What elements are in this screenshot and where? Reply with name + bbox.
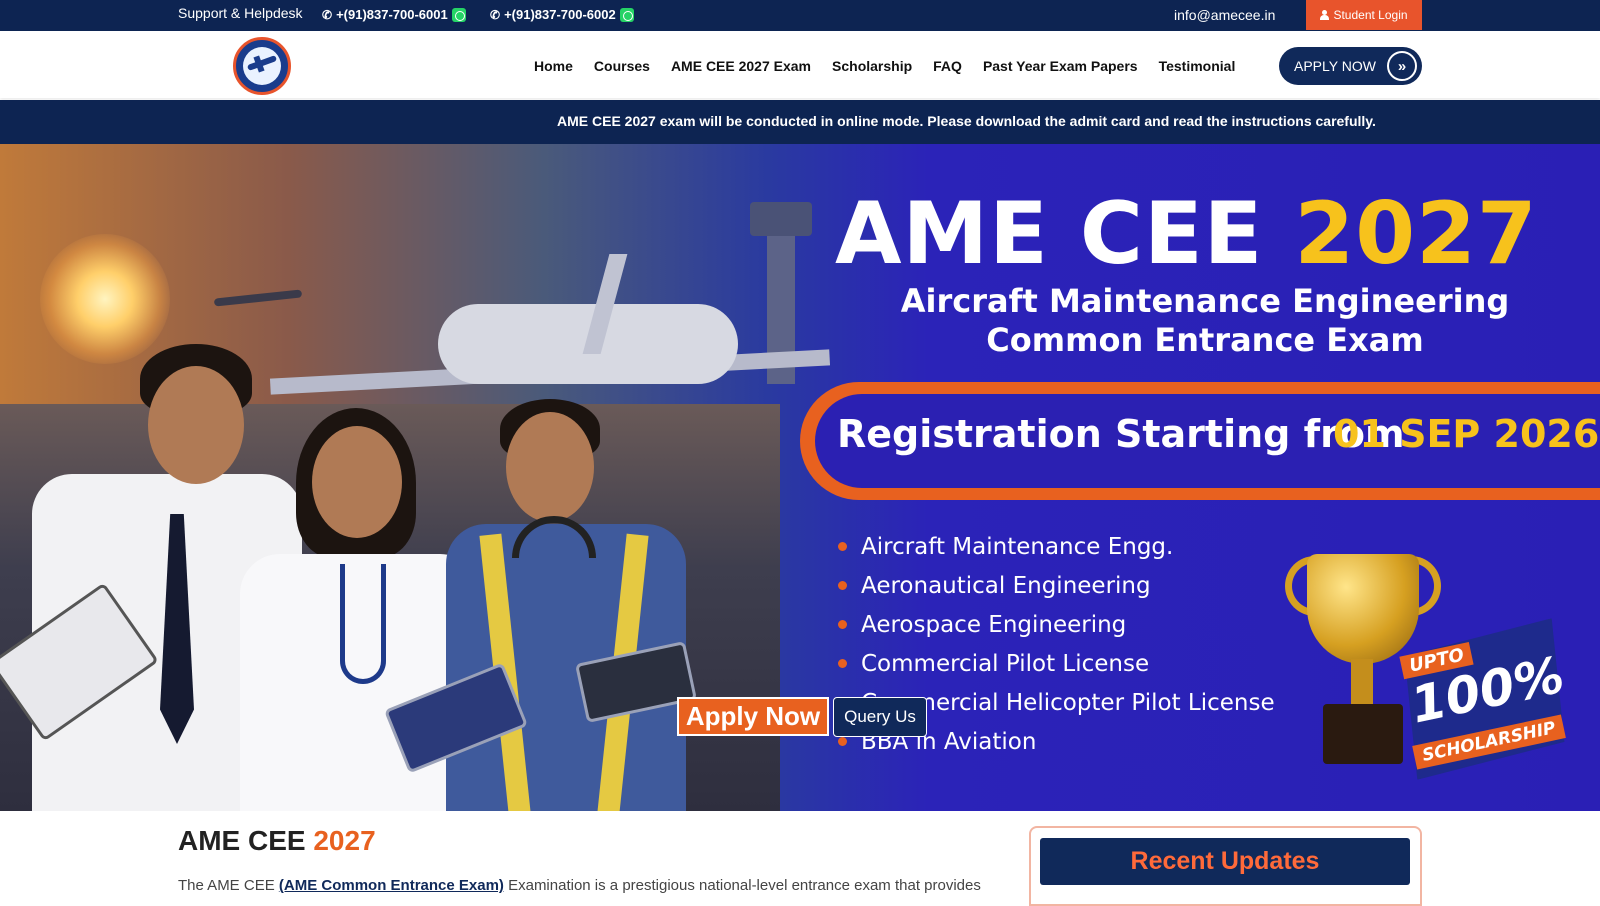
phone-1-number[interactable]: +(91)837-700-6001 xyxy=(336,7,448,22)
recent-updates-heading: Recent Updates xyxy=(1040,838,1410,885)
phone-icon: ✆ xyxy=(490,7,501,22)
pilot-head xyxy=(148,366,244,484)
phone-2[interactable]: ✆ +(91)837-700-6002 xyxy=(490,7,634,22)
attendant-lanyard xyxy=(340,564,386,684)
site-logo[interactable] xyxy=(233,37,291,95)
notice-text: AME CEE 2027 exam will be conducted in o… xyxy=(557,113,1376,129)
bullet-icon xyxy=(838,659,847,668)
attendant-head xyxy=(312,426,402,538)
hero-title: AME CEE 2027 xyxy=(835,184,1538,284)
top-bar: Support & Helpdesk ✆ +(91)837-700-6001 ✆… xyxy=(0,0,1600,31)
course-label: Aircraft Maintenance Engg. xyxy=(861,533,1174,560)
list-item: Aeronautical Engineering xyxy=(838,566,1275,605)
main-nav: Home Courses AME CEE 2027 Exam Scholarsh… xyxy=(0,31,1600,98)
hero-title-main: AME CEE xyxy=(835,184,1264,284)
nav-item-home[interactable]: Home xyxy=(534,58,573,74)
phone-icon: ✆ xyxy=(322,7,333,22)
phone-2-number[interactable]: +(91)837-700-6002 xyxy=(504,7,616,22)
trophy-icon xyxy=(1307,554,1419,664)
registration-date: 01 SEP 2026 xyxy=(1333,412,1600,456)
flying-plane xyxy=(213,289,303,307)
nav-item-testimonial[interactable]: Testimonial xyxy=(1159,58,1236,74)
ame-cee-link[interactable]: (AME Common Entrance Exam) xyxy=(279,877,504,894)
hero-title-year: 2027 xyxy=(1294,184,1538,284)
nav-item-past-papers[interactable]: Past Year Exam Papers xyxy=(983,58,1138,74)
nav-item-scholarship[interactable]: Scholarship xyxy=(832,58,912,74)
support-label: Support & Helpdesk xyxy=(178,5,303,21)
student-login-label: Student Login xyxy=(1333,8,1408,22)
scholarship-badge: UPTO 100% SCHOLARSHIP xyxy=(1390,618,1578,779)
intro-prefix: The AME CEE xyxy=(178,877,275,894)
list-item: Commercial Pilot License xyxy=(838,644,1275,683)
intro-suffix: Examination is a prestigious national-le… xyxy=(508,877,981,894)
list-item: Aircraft Maintenance Engg. xyxy=(838,527,1275,566)
registration-label: Registration Starting from xyxy=(837,412,1405,456)
bullet-icon xyxy=(838,542,847,551)
email-link[interactable]: info@amecee.in xyxy=(1174,7,1275,23)
section-title-year: 2027 xyxy=(313,825,376,856)
hero-subtitle-line-1: Aircraft Maintenance Engineering xyxy=(900,282,1510,320)
notice-ticker: AME CEE 2027 exam will be conducted in o… xyxy=(0,100,1600,144)
course-label: Aeronautical Engineering xyxy=(861,572,1151,599)
bullet-icon xyxy=(838,620,847,629)
trophy-base xyxy=(1323,704,1403,764)
whatsapp-icon[interactable] xyxy=(619,7,634,22)
trophy-stem xyxy=(1351,659,1373,709)
phone-1[interactable]: ✆ +(91)837-700-6001 xyxy=(322,7,466,22)
nav-item-faq[interactable]: FAQ xyxy=(933,58,962,74)
section-title-main: AME CEE xyxy=(178,825,306,856)
double-chevron-right-icon: » xyxy=(1387,51,1417,81)
apply-now-label: APPLY NOW xyxy=(1294,58,1376,74)
sun-graphic xyxy=(40,234,170,364)
apply-now-button[interactable]: APPLY NOW » xyxy=(1279,47,1422,85)
list-item: Aerospace Engineering xyxy=(838,605,1275,644)
hero-subtitle: Aircraft Maintenance Engineering Common … xyxy=(820,282,1590,360)
engineer-head xyxy=(506,412,594,522)
whatsapp-icon[interactable] xyxy=(451,7,466,22)
bullet-icon xyxy=(838,581,847,590)
nav-item-courses[interactable]: Courses xyxy=(594,58,650,74)
student-login-button[interactable]: Student Login xyxy=(1306,0,1422,30)
hero-subtitle-line-2: Common Entrance Exam xyxy=(986,321,1424,359)
nav-menu: Home Courses AME CEE 2027 Exam Scholarsh… xyxy=(534,58,1256,74)
course-label: Aerospace Engineering xyxy=(861,611,1127,638)
query-us-button[interactable]: Query Us xyxy=(833,697,927,737)
control-tower-top xyxy=(750,202,812,236)
nav-item-exam[interactable]: AME CEE 2027 Exam xyxy=(671,58,811,74)
section-title: AME CEE 2027 xyxy=(178,825,376,857)
apply-now-float-button[interactable]: Apply Now xyxy=(677,697,829,736)
course-label: Commercial Pilot License xyxy=(861,650,1150,677)
intro-paragraph: The AME CEE (AME Common Entrance Exam) E… xyxy=(178,877,998,894)
bullet-icon xyxy=(838,737,847,746)
user-icon xyxy=(1320,10,1330,20)
